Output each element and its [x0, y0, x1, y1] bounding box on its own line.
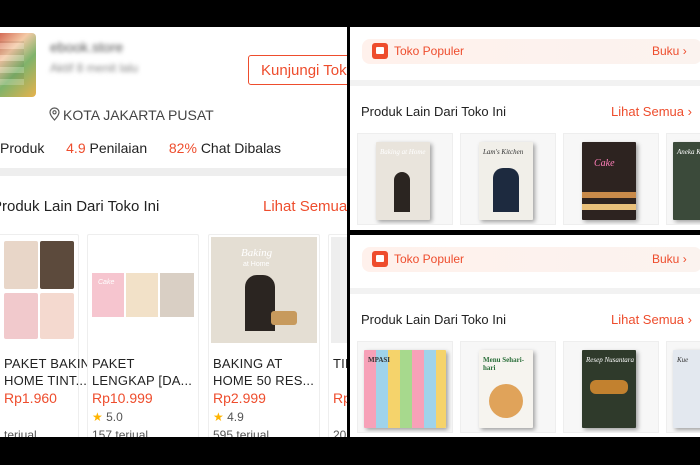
- product-title: BAKING AT HOME 50 RES...: [213, 356, 315, 388]
- shop-avatar[interactable]: [0, 33, 36, 97]
- popular-category: Buku ›: [652, 44, 687, 58]
- section-divider: [350, 80, 700, 86]
- product-sold: terjual: [4, 428, 37, 437]
- rating-stat-value: 4.9: [66, 140, 86, 156]
- product-rating: ★ 5.0: [92, 410, 123, 424]
- location-pin-icon: [49, 107, 60, 121]
- popular-shop-bar[interactable]: Toko Populer Buku ›: [362, 39, 700, 64]
- chevron-right-icon: ›: [687, 312, 692, 327]
- chevron-right-icon: ›: [687, 104, 692, 119]
- section-title: Produk Lain Dari Toko Ini: [361, 104, 507, 119]
- see-all-link[interactable]: Lihat Semua: [263, 198, 347, 215]
- see-all-link[interactable]: Lihat Semua ›: [611, 104, 692, 119]
- book-cover: Resep Nusantara: [582, 350, 636, 428]
- star-icon: ★: [92, 410, 103, 424]
- product-image: Baking at Home: [211, 237, 317, 343]
- product-thumb[interactable]: Cake: [563, 133, 659, 225]
- book-cover: Cake: [582, 142, 636, 220]
- section-title: Produk Lain Dari Toko Ini: [0, 198, 160, 215]
- section-title: Produk Lain Dari Toko Ini: [361, 312, 507, 327]
- product-card[interactable]: Baking at Home BAKING AT HOME 50 RES... …: [208, 234, 320, 437]
- product-sold: 157 terjual: [92, 428, 149, 437]
- product-rating: ★ 4.9: [213, 410, 244, 424]
- product-image: [331, 237, 347, 343]
- chat-stat-value: 82%: [168, 140, 197, 156]
- popular-shop-bar[interactable]: Toko Populer Buku ›: [362, 247, 700, 272]
- shop-stats: Produk 4.9 Penilaian 82% Chat Dibalas: [0, 140, 281, 156]
- product-thumb[interactable]: Aneka Kue: [666, 133, 700, 225]
- product-thumb[interactable]: Kue: [666, 341, 700, 433]
- book-cover: MPASI: [364, 350, 446, 428]
- product-price: Rp10.999: [92, 390, 153, 406]
- popular-label: Toko Populer: [394, 44, 465, 58]
- store-icon: [372, 43, 388, 59]
- popular-label: Toko Populer: [394, 252, 465, 266]
- product-card[interactable]: Cake PAKET LENGKAP [DA... Rp10.999 ★ 5.0…: [87, 234, 199, 437]
- book-cover: Baking at Home: [376, 142, 430, 220]
- product-thumb[interactable]: Menu Sehari-hari: [460, 341, 556, 433]
- chat-stat-label: Chat Dibalas: [200, 140, 281, 156]
- shop-location: KOTA JAKARTA PUSAT: [63, 107, 214, 123]
- product-thumb[interactable]: Resep Nusantara: [563, 341, 659, 433]
- shop-active-status: Aktif 8 menit lalu: [50, 61, 139, 75]
- book-cover: Lam's Kitchen: [479, 142, 533, 220]
- book-cover: Menu Sehari-hari: [479, 350, 533, 428]
- product-thumb[interactable]: Lam's Kitchen: [460, 133, 556, 225]
- book-cover: Aneka Kue: [673, 142, 700, 220]
- chevron-right-icon: ›: [682, 252, 687, 266]
- product-card[interactable]: TIN HO Rp 20: [328, 234, 347, 437]
- shop-panel: ebook.store Aktif 8 menit lalu KOTA JAKA…: [0, 27, 347, 437]
- product-image: Cake: [90, 237, 196, 343]
- book-cover: Kue: [673, 350, 700, 428]
- product-thumb[interactable]: Baking at Home: [357, 133, 453, 225]
- shop-name[interactable]: ebook.store: [50, 39, 123, 55]
- star-icon: ★: [213, 410, 224, 424]
- product-sold: 20: [333, 428, 347, 437]
- shop-panel-top-right: Toko Populer Buku › Produk Lain Dari Tok…: [350, 27, 700, 230]
- product-image: [0, 237, 76, 343]
- store-icon: [372, 251, 388, 267]
- product-sold: 595 terjual: [213, 428, 270, 437]
- product-title: TIN HO: [333, 356, 347, 371]
- shop-panel-bottom-right: Toko Populer Buku › Produk Lain Dari Tok…: [350, 235, 700, 437]
- product-thumb[interactable]: MPASI: [357, 341, 453, 433]
- popular-category: Buku ›: [652, 252, 687, 266]
- product-price: Rp2.999: [213, 390, 266, 406]
- chevron-right-icon: ›: [682, 44, 687, 58]
- product-price: Rp: [333, 390, 347, 406]
- shop-header: ebook.store Aktif 8 menit lalu KOTA JAKA…: [0, 27, 347, 132]
- see-all-link[interactable]: Lihat Semua ›: [611, 312, 692, 327]
- product-card[interactable]: PAKET BAKING HOME TINT... Rp1.960 terjua…: [0, 234, 100, 437]
- products-stat-label: Produk: [0, 140, 45, 156]
- visit-shop-button[interactable]: Kunjungi Toko: [248, 55, 347, 85]
- product-title: PAKET LENGKAP [DA...: [92, 356, 193, 388]
- rating-stat-label: Penilaian: [89, 140, 148, 156]
- section-divider: [0, 168, 347, 176]
- section-divider: [350, 288, 700, 294]
- product-price: Rp1.960: [4, 390, 57, 406]
